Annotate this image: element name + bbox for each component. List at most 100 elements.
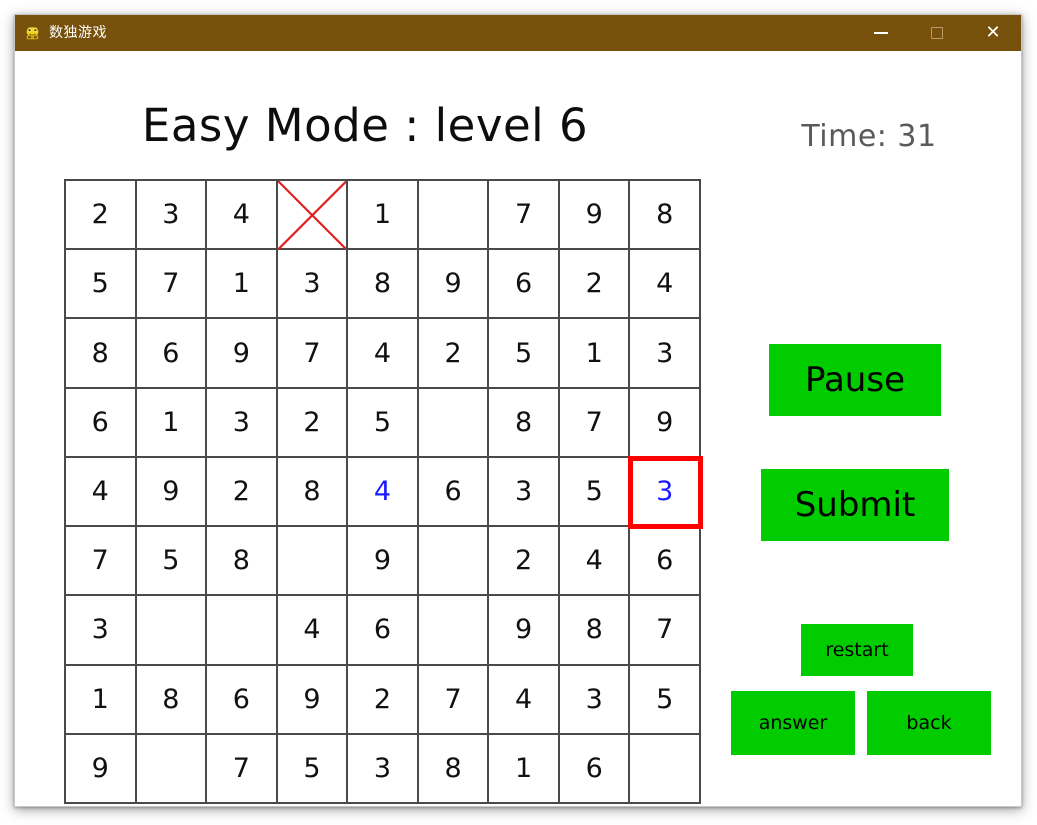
cell-value: 1 bbox=[585, 337, 603, 369]
sudoku-cell-r6c2[interactable] bbox=[207, 596, 278, 666]
sudoku-cell-r3c7[interactable]: 7 bbox=[559, 388, 631, 458]
close-button[interactable]: ✕ bbox=[965, 15, 1021, 51]
sudoku-cell-r7c7[interactable]: 3 bbox=[559, 665, 631, 735]
window-titlebar[interactable]: 数独游戏 ✕ bbox=[15, 15, 1021, 51]
sudoku-cell-r4c6[interactable]: 3 bbox=[489, 457, 560, 528]
sudoku-cell-r5c4[interactable]: 9 bbox=[348, 527, 419, 597]
sudoku-cell-r1c4[interactable]: 8 bbox=[348, 250, 419, 320]
sudoku-cell-r5c2[interactable]: 8 bbox=[207, 527, 278, 597]
restart-button[interactable]: restart bbox=[801, 624, 913, 676]
sudoku-cell-r7c8[interactable]: 5 bbox=[630, 665, 701, 735]
sudoku-cell-r2c4[interactable]: 4 bbox=[348, 319, 419, 389]
sudoku-cell-r8c7[interactable]: 6 bbox=[559, 734, 631, 804]
sudoku-cell-r7c3[interactable]: 9 bbox=[277, 665, 349, 735]
sudoku-cell-r6c8[interactable]: 7 bbox=[630, 596, 701, 666]
sudoku-cell-r4c8[interactable]: 3 bbox=[628, 455, 703, 530]
cell-value: 7 bbox=[585, 406, 603, 438]
sudoku-cell-r8c6[interactable]: 1 bbox=[489, 734, 560, 804]
sudoku-cell-r5c3[interactable] bbox=[277, 527, 349, 597]
sudoku-cell-r0c3[interactable] bbox=[277, 181, 349, 251]
sudoku-cell-r1c1[interactable]: 7 bbox=[136, 250, 208, 320]
sudoku-cell-r1c0[interactable]: 5 bbox=[66, 250, 137, 320]
cell-value: 2 bbox=[303, 406, 321, 438]
sudoku-cell-r4c3[interactable]: 8 bbox=[277, 457, 349, 528]
sudoku-cell-r1c7[interactable]: 2 bbox=[559, 250, 631, 320]
sudoku-cell-r6c0[interactable]: 3 bbox=[66, 596, 137, 666]
sudoku-cell-r4c1[interactable]: 9 bbox=[136, 457, 208, 528]
sudoku-cell-r8c0[interactable]: 9 bbox=[66, 734, 137, 804]
sudoku-cell-r8c4[interactable]: 3 bbox=[348, 734, 419, 804]
sudoku-cell-r8c1[interactable] bbox=[136, 734, 208, 804]
cell-value: 3 bbox=[585, 683, 603, 715]
sudoku-cell-r5c5[interactable] bbox=[418, 527, 490, 597]
sudoku-cell-r0c0[interactable]: 2 bbox=[66, 181, 137, 251]
sudoku-cell-r6c3[interactable]: 4 bbox=[277, 596, 349, 666]
sudoku-cell-r1c8[interactable]: 4 bbox=[630, 250, 701, 320]
sudoku-cell-r6c6[interactable]: 9 bbox=[489, 596, 560, 666]
cell-value: 7 bbox=[515, 199, 533, 231]
sudoku-cell-r8c2[interactable]: 7 bbox=[207, 734, 278, 804]
sudoku-cell-r5c1[interactable]: 5 bbox=[136, 527, 208, 597]
sudoku-cell-r7c4[interactable]: 2 bbox=[348, 665, 419, 735]
sudoku-cell-r4c0[interactable]: 4 bbox=[66, 457, 137, 528]
cell-value: 1 bbox=[162, 406, 180, 438]
sudoku-cell-r4c5[interactable]: 6 bbox=[418, 457, 490, 528]
sudoku-cell-r6c4[interactable]: 6 bbox=[348, 596, 419, 666]
cell-value: 5 bbox=[515, 337, 533, 369]
sudoku-cell-r3c3[interactable]: 2 bbox=[277, 388, 349, 458]
sudoku-cell-r0c6[interactable]: 7 bbox=[489, 181, 560, 251]
sudoku-cell-r3c1[interactable]: 1 bbox=[136, 388, 208, 458]
sudoku-cell-r1c2[interactable]: 1 bbox=[207, 250, 278, 320]
sudoku-cell-r3c2[interactable]: 3 bbox=[207, 388, 278, 458]
sudoku-cell-r1c5[interactable]: 9 bbox=[418, 250, 490, 320]
sudoku-cell-r3c0[interactable]: 6 bbox=[66, 388, 137, 458]
sudoku-cell-r2c6[interactable]: 5 bbox=[489, 319, 560, 389]
sudoku-cell-r2c3[interactable]: 7 bbox=[277, 319, 349, 389]
sudoku-cell-r1c3[interactable]: 3 bbox=[277, 250, 349, 320]
sudoku-cell-r4c2[interactable]: 2 bbox=[207, 457, 278, 528]
sudoku-cell-r7c1[interactable]: 8 bbox=[136, 665, 208, 735]
sudoku-cell-r8c5[interactable]: 8 bbox=[418, 734, 490, 804]
sudoku-cell-r2c8[interactable]: 3 bbox=[630, 319, 701, 389]
sudoku-cell-r0c7[interactable]: 9 bbox=[559, 181, 631, 251]
sudoku-cell-r0c1[interactable]: 3 bbox=[136, 181, 208, 251]
back-button[interactable]: back bbox=[867, 691, 991, 755]
sudoku-cell-r4c4[interactable]: 4 bbox=[348, 457, 419, 528]
sudoku-cell-r7c0[interactable]: 1 bbox=[66, 665, 137, 735]
sudoku-cell-r7c6[interactable]: 4 bbox=[489, 665, 560, 735]
sudoku-board[interactable]: 2 3 4 1 7 9 8 5 7 1 3 8 9 6 2 4 8 6 9 7 4 2 5 1 3 6 1 3 2 5 8 7 9 4 9 2 8 4 6 3… bbox=[64, 179, 703, 804]
sudoku-cell-r8c8[interactable] bbox=[630, 734, 701, 804]
sudoku-cell-r4c7[interactable]: 5 bbox=[559, 457, 631, 528]
cell-value: 3 bbox=[515, 475, 533, 507]
sudoku-cell-r2c7[interactable]: 1 bbox=[559, 319, 631, 389]
submit-button[interactable]: Submit bbox=[761, 469, 949, 541]
sudoku-cell-r1c6[interactable]: 6 bbox=[489, 250, 560, 320]
maximize-button[interactable] bbox=[909, 15, 965, 51]
sudoku-cell-r2c5[interactable]: 2 bbox=[418, 319, 490, 389]
sudoku-cell-r5c6[interactable]: 2 bbox=[489, 527, 560, 597]
sudoku-cell-r0c4[interactable]: 1 bbox=[348, 181, 419, 251]
sudoku-cell-r6c7[interactable]: 8 bbox=[559, 596, 631, 666]
sudoku-cell-r3c4[interactable]: 5 bbox=[348, 388, 419, 458]
answer-button[interactable]: answer bbox=[731, 691, 855, 755]
sudoku-cell-r2c1[interactable]: 6 bbox=[136, 319, 208, 389]
sudoku-cell-r2c2[interactable]: 9 bbox=[207, 319, 278, 389]
sudoku-cell-r7c5[interactable]: 7 bbox=[418, 665, 490, 735]
sudoku-cell-r0c5[interactable] bbox=[418, 181, 490, 251]
sudoku-cell-r5c7[interactable]: 4 bbox=[559, 527, 631, 597]
sudoku-cell-r8c3[interactable]: 5 bbox=[277, 734, 349, 804]
sudoku-cell-r7c2[interactable]: 6 bbox=[207, 665, 278, 735]
sudoku-cell-r3c5[interactable] bbox=[418, 388, 490, 458]
sudoku-cell-r3c8[interactable]: 9 bbox=[630, 388, 701, 458]
sudoku-cell-r5c8[interactable]: 6 bbox=[630, 527, 701, 597]
sudoku-cell-r3c6[interactable]: 8 bbox=[489, 388, 560, 458]
sudoku-cell-r6c5[interactable] bbox=[418, 596, 490, 666]
sudoku-cell-r2c0[interactable]: 8 bbox=[66, 319, 137, 389]
sudoku-cell-r6c1[interactable] bbox=[136, 596, 208, 666]
sudoku-cell-r0c8[interactable]: 8 bbox=[630, 181, 701, 251]
sudoku-cell-r0c2[interactable]: 4 bbox=[207, 181, 278, 251]
cell-value: 4 bbox=[232, 199, 250, 231]
pause-button[interactable]: Pause bbox=[769, 344, 941, 416]
minimize-button[interactable] bbox=[853, 15, 909, 51]
sudoku-cell-r5c0[interactable]: 7 bbox=[66, 527, 137, 597]
